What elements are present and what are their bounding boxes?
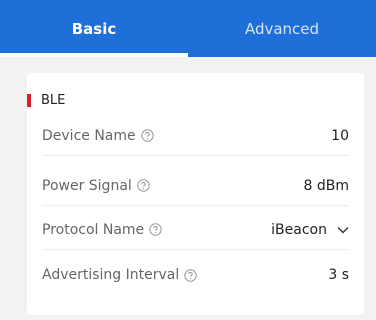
protocol-name-value: iBeacon (271, 221, 327, 238)
chevron-down-icon[interactable] (337, 226, 349, 234)
row-power-signal[interactable]: Power Signal 8 dBm (42, 166, 349, 206)
question-circle-icon[interactable] (137, 179, 150, 192)
protocol-select[interactable]: iBeacon (271, 222, 349, 238)
tab-advanced-label: Advanced (244, 19, 320, 38)
section-header: BLE (27, 92, 66, 108)
row-protocol-name[interactable]: Protocol Name iBeacon (42, 210, 349, 250)
advertising-interval-label: Advertising Interval (42, 267, 180, 283)
device-name-value: 10 (331, 127, 349, 144)
settings-card: BLE Device Name 10 Power Signal 8 dBm Pr… (27, 73, 364, 315)
question-circle-icon[interactable] (149, 223, 162, 236)
power-signal-label: Power Signal (42, 177, 132, 194)
tab-basic[interactable]: Basic (0, 0, 188, 57)
power-signal-value: 8 dBm (303, 177, 350, 194)
section-accent-bar (27, 93, 31, 107)
advertising-interval-value: 3 s (328, 267, 349, 283)
tab-basic-label: Basic (71, 19, 117, 38)
protocol-name-label: Protocol Name (42, 221, 145, 238)
section-title: BLE (41, 92, 66, 108)
question-circle-icon[interactable] (140, 129, 154, 142)
tab-bar: Basic Advanced (0, 0, 376, 57)
device-name-label: Device Name (42, 127, 136, 144)
tab-advanced[interactable]: Advanced (188, 0, 376, 57)
question-circle-icon[interactable] (184, 268, 197, 282)
row-advertising-interval[interactable]: Advertising Interval 3 s (42, 255, 349, 295)
row-device-name[interactable]: Device Name 10 (42, 116, 349, 156)
